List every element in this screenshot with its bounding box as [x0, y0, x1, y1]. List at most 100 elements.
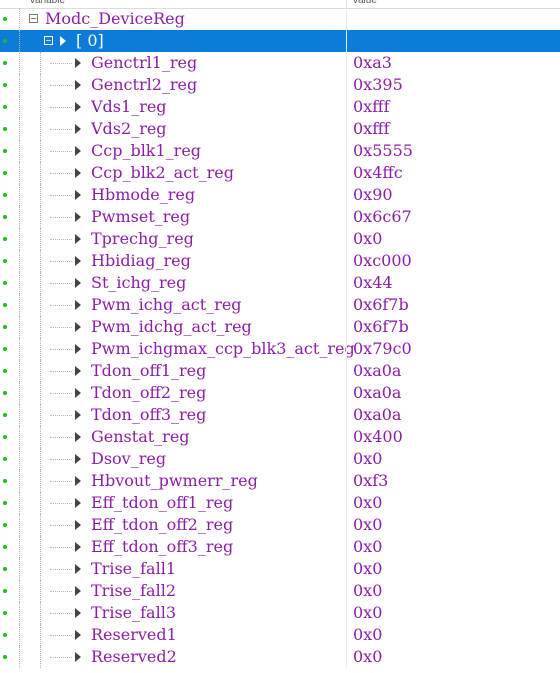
- register-row[interactable]: Reserved2 0x0: [0, 646, 560, 668]
- register-row[interactable]: Pwm_idchg_act_reg 0x6f7b: [0, 316, 560, 338]
- register-row[interactable]: Tdon_off1_reg 0xa0a: [0, 360, 560, 382]
- register-value[interactable]: 0x0: [353, 603, 382, 623]
- expand-arrow-icon[interactable]: [75, 300, 81, 310]
- expand-arrow-icon[interactable]: [75, 366, 81, 376]
- tree-guide: [50, 85, 72, 87]
- register-value[interactable]: 0x90: [353, 185, 393, 205]
- expand-arrow-icon[interactable]: [75, 322, 81, 332]
- register-value[interactable]: 0xfff: [353, 97, 390, 117]
- value-column-header[interactable]: value: [353, 0, 377, 6]
- collapse-icon[interactable]: −: [44, 36, 53, 45]
- register-value[interactable]: 0x0: [353, 537, 382, 557]
- tree-row-root[interactable]: − Modc_DeviceReg: [0, 8, 560, 30]
- expand-arrow-icon[interactable]: [75, 278, 81, 288]
- register-value[interactable]: 0x44: [353, 273, 393, 293]
- register-value[interactable]: 0x0: [353, 493, 382, 513]
- tree-guide: [40, 360, 42, 382]
- register-value[interactable]: 0xf3: [353, 471, 388, 491]
- expand-arrow-icon[interactable]: [75, 190, 81, 200]
- expand-arrow-icon[interactable]: [75, 454, 81, 464]
- register-row[interactable]: Pwm_ichg_act_reg 0x6f7b: [0, 294, 560, 316]
- register-row[interactable]: Dsov_reg 0x0: [0, 448, 560, 470]
- register-value[interactable]: 0x4ffc: [353, 163, 403, 183]
- register-row[interactable]: Tdon_off2_reg 0xa0a: [0, 382, 560, 404]
- register-value[interactable]: 0x0: [353, 229, 382, 249]
- status-dot-icon: [3, 281, 7, 285]
- register-row[interactable]: Tdon_off3_reg 0xa0a: [0, 404, 560, 426]
- register-value[interactable]: 0x0: [353, 515, 382, 535]
- register-row[interactable]: Eff_tdon_off1_reg 0x0: [0, 492, 560, 514]
- expand-arrow-icon[interactable]: [75, 432, 81, 442]
- register-row[interactable]: St_ichg_reg 0x44: [0, 272, 560, 294]
- expand-arrow-icon[interactable]: [75, 630, 81, 640]
- register-row[interactable]: Hbmode_reg 0x90: [0, 184, 560, 206]
- register-row[interactable]: Vds2_reg 0xfff: [0, 118, 560, 140]
- tree-row-selected[interactable]: − [ 0]: [0, 30, 560, 52]
- register-value[interactable]: 0x0: [353, 625, 382, 645]
- register-row[interactable]: Eff_tdon_off2_reg 0x0: [0, 514, 560, 536]
- register-row[interactable]: Genstat_reg 0x400: [0, 426, 560, 448]
- expand-arrow-icon[interactable]: [75, 344, 81, 354]
- register-row[interactable]: Ccp_blk2_act_reg 0x4ffc: [0, 162, 560, 184]
- register-row[interactable]: Eff_tdon_off3_reg 0x0: [0, 536, 560, 558]
- register-value[interactable]: 0x0: [353, 559, 382, 579]
- register-row[interactable]: Reserved1 0x0: [0, 624, 560, 646]
- expand-arrow-icon[interactable]: [75, 586, 81, 596]
- expand-arrow-icon[interactable]: [75, 124, 81, 134]
- collapse-icon[interactable]: −: [29, 14, 38, 23]
- register-value[interactable]: 0xa3: [353, 53, 392, 73]
- register-row[interactable]: Pwmset_reg 0x6c67: [0, 206, 560, 228]
- register-row[interactable]: Tprechg_reg 0x0: [0, 228, 560, 250]
- expand-arrow-icon[interactable]: [75, 476, 81, 486]
- expand-arrow-icon[interactable]: [75, 542, 81, 552]
- register-row[interactable]: Genctrl1_reg 0xa3: [0, 52, 560, 74]
- register-row[interactable]: Trise_fall2 0x0: [0, 580, 560, 602]
- register-row[interactable]: Trise_fall1 0x0: [0, 558, 560, 580]
- column-divider: [346, 360, 347, 382]
- expand-arrow-icon[interactable]: [75, 234, 81, 244]
- register-value[interactable]: 0x0: [353, 647, 382, 667]
- expand-arrow-icon[interactable]: [75, 256, 81, 266]
- register-row[interactable]: Pwm_ichgmax_ccp_blk3_act_reg 0x79c0: [0, 338, 560, 360]
- array-index-label: [ 0]: [76, 31, 104, 50]
- expand-arrow-icon[interactable]: [75, 168, 81, 178]
- register-value[interactable]: 0x6f7b: [353, 295, 409, 315]
- register-value[interactable]: 0x0: [353, 449, 382, 469]
- expand-arrow-icon[interactable]: [75, 608, 81, 618]
- register-value[interactable]: 0x400: [353, 427, 403, 447]
- expand-arrow-icon[interactable]: [75, 146, 81, 156]
- register-value[interactable]: 0xfff: [353, 119, 390, 139]
- register-value[interactable]: 0x6f7b: [353, 317, 409, 337]
- expand-arrow-icon[interactable]: [75, 520, 81, 530]
- tree-guide: [40, 206, 42, 228]
- expand-arrow-icon[interactable]: [75, 388, 81, 398]
- register-value[interactable]: 0xa0a: [353, 383, 401, 403]
- tree-guide: [50, 459, 72, 461]
- expand-arrow-icon[interactable]: [75, 410, 81, 420]
- register-row[interactable]: Trise_fall3 0x0: [0, 602, 560, 624]
- expand-arrow-icon[interactable]: [75, 80, 81, 90]
- register-row[interactable]: Vds1_reg 0xfff: [0, 96, 560, 118]
- expand-arrow-icon[interactable]: [75, 212, 81, 222]
- register-value[interactable]: 0xa0a: [353, 361, 401, 381]
- expand-arrow-icon[interactable]: [75, 102, 81, 112]
- expand-arrow-icon[interactable]: [75, 58, 81, 68]
- expand-arrow-icon[interactable]: [75, 652, 81, 662]
- register-value[interactable]: 0xc000: [353, 251, 412, 271]
- variable-column-header[interactable]: variable: [30, 0, 65, 6]
- register-row[interactable]: Hbvout_pwmerr_reg 0xf3: [0, 470, 560, 492]
- expand-arrow-icon[interactable]: [75, 564, 81, 574]
- register-value[interactable]: 0x395: [353, 75, 403, 95]
- register-row[interactable]: Hbidiag_reg 0xc000: [0, 250, 560, 272]
- register-value[interactable]: 0xa0a: [353, 405, 401, 425]
- column-divider: [346, 184, 347, 206]
- register-value[interactable]: 0x79c0: [353, 339, 412, 359]
- register-value[interactable]: 0x6c67: [353, 207, 412, 227]
- column-divider[interactable]: [346, 0, 347, 8]
- expand-arrow-icon[interactable]: [75, 498, 81, 508]
- register-name: Hbmode_reg: [91, 185, 196, 204]
- register-value[interactable]: 0x0: [353, 581, 382, 601]
- register-row[interactable]: Genctrl2_reg 0x395: [0, 74, 560, 96]
- register-value[interactable]: 0x5555: [353, 141, 413, 161]
- register-row[interactable]: Ccp_blk1_reg 0x5555: [0, 140, 560, 162]
